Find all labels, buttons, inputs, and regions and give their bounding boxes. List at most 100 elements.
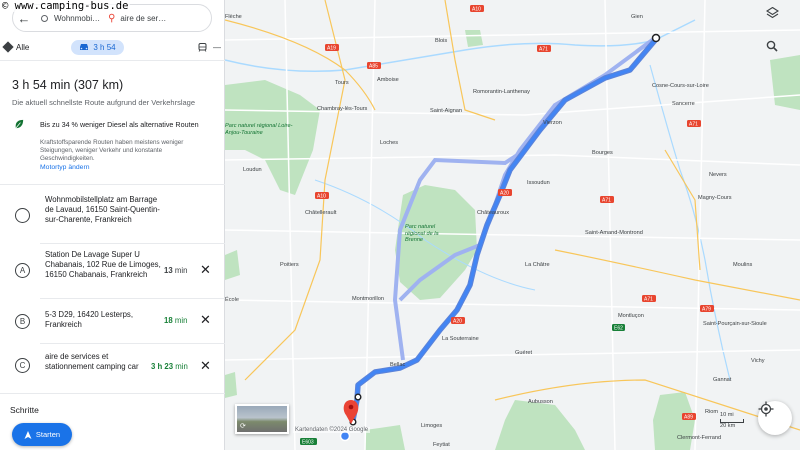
city-label: Montluçon [618, 313, 644, 319]
city-label: Flèche [225, 14, 242, 20]
road-shield: A10 [472, 7, 481, 13]
road-shield: A19 [327, 46, 336, 52]
road-shield: A10 [317, 194, 326, 200]
park-area [225, 372, 237, 398]
city-label: Amboise [377, 77, 399, 83]
stop-duration: 13 min [164, 266, 188, 275]
road-shield: A85 [369, 64, 378, 70]
road-shield: A71 [644, 297, 653, 303]
park-area [465, 30, 483, 47]
waypoint-a-icon: A [15, 263, 30, 278]
city-label: Riom [705, 409, 719, 415]
layers-button[interactable] [766, 7, 788, 29]
city-label: Aubusson [528, 399, 553, 405]
city-label: Tours [335, 80, 349, 86]
city-label: Cosne-Cours-sur-Loire [652, 83, 709, 89]
navigation-arrow-icon [24, 430, 32, 439]
city-label: Loches [380, 140, 399, 146]
leaf-icon [15, 119, 24, 129]
city-label: Poitiers [280, 262, 299, 268]
street-view-rotate-icon: ⟳ [240, 423, 246, 430]
city-label: Sancerre [672, 101, 695, 107]
start-label: Starten [35, 430, 61, 439]
divider [40, 343, 225, 344]
origin-field[interactable]: Wohnmobi… [54, 14, 100, 23]
stop-address: Wohnmobilstellplatz am Barrage de Lavaud… [45, 195, 160, 225]
remove-stop-icon[interactable]: ✕ [200, 262, 211, 278]
city-label: Issoudun [527, 180, 550, 186]
travel-mode-bar: Alle 3 h 54 — [0, 36, 225, 58]
scale-label-miles: 10 mi [720, 412, 734, 418]
divider [0, 60, 225, 61]
my-location-button[interactable] [758, 401, 792, 435]
city-label: La Châtre [525, 262, 550, 268]
road-shield: A89 [684, 415, 693, 421]
destination-dot[interactable] [651, 33, 661, 43]
eco-detail: Kraftstoffsparende Routen haben meistens… [40, 139, 184, 162]
remove-stop-icon[interactable]: ✕ [200, 312, 211, 328]
road-shield: A20 [453, 319, 462, 325]
river [649, 64, 731, 381]
map-credits: Kartendaten ©2024 Google [293, 427, 371, 433]
city-label: Bellac [390, 362, 406, 368]
map-canvas[interactable]: A10 A19 A71 A85 A20 A20 A71 A71 A79 A89 … [225, 0, 800, 450]
city-label: Gannat [713, 377, 732, 383]
city-label: Saint-Amand-Montrond [585, 230, 643, 236]
destination-field[interactable]: aire de ser… [120, 14, 166, 23]
car-icon [80, 44, 89, 50]
road-shield: A71 [689, 122, 698, 128]
city-label: Nevers [709, 172, 727, 178]
waypoint-dot[interactable] [354, 393, 362, 401]
mode-all-tab[interactable]: Alle [2, 41, 30, 53]
stop-duration: 18 min [164, 316, 188, 325]
change-engine-type-link[interactable]: Motortyp ändern [40, 164, 90, 171]
stop-duration: 3 h 23 min [151, 362, 188, 371]
divider [40, 298, 225, 299]
remove-stop-icon[interactable]: ✕ [200, 358, 211, 374]
mode-car-tab[interactable]: 3 h 54 [71, 39, 124, 55]
city-label: La Souterraine [442, 336, 479, 342]
mode-car-time: 3 h 54 [93, 42, 116, 52]
city-label: Moulins [733, 262, 753, 268]
steps-section-label[interactable]: Schritte [10, 405, 39, 415]
city-label: Châtellerault [305, 210, 337, 216]
origin-dot-icon [41, 14, 48, 22]
divider [0, 393, 225, 394]
divider [0, 184, 225, 185]
city-label: Loudun [243, 167, 262, 173]
waypoint-b-icon: B [15, 314, 30, 329]
stop-address: aire de services et stationnement campin… [45, 352, 139, 372]
river [225, 19, 696, 72]
park-label: Parc naturel régional de la Brenne [405, 224, 439, 243]
city-label: Saint-Pourçain-sur-Sioule [703, 321, 767, 327]
road-shield: E62 [614, 326, 623, 332]
street-view-thumbnail[interactable]: ⟳ [235, 404, 289, 434]
destination-pin-icon: ⚲ [108, 12, 116, 24]
mode-transit-tab[interactable]: — [198, 42, 221, 52]
road-shield: A71 [602, 198, 611, 204]
crosshair-icon [758, 401, 774, 417]
city-label: Gien [631, 14, 643, 20]
watermark-text: © www.camping-bus.de [0, 0, 131, 12]
road-shield: A79 [702, 307, 711, 313]
route-summary-title: 3 h 54 min (307 km) [12, 78, 124, 92]
start-navigation-button[interactable]: Starten [12, 423, 72, 446]
train-icon [198, 42, 207, 52]
search-map-button[interactable] [766, 40, 788, 62]
city-label: Romorantin-Lanthenay [473, 89, 530, 95]
mode-all-label: Alle [16, 42, 30, 52]
city-label: Bourges [592, 150, 613, 156]
park-area [495, 400, 585, 450]
road-shield: A71 [539, 47, 548, 53]
city-label: Saint-Aignan [430, 108, 463, 114]
stop-address: 5-3 D29, 16420 Lesterps, Frankreich [45, 310, 133, 330]
city-label: Guéret [515, 350, 533, 356]
back-arrow-icon[interactable]: ← [13, 11, 35, 26]
waypoint-c-icon: C [15, 358, 30, 373]
road-shield: A20 [500, 191, 509, 197]
park-area [770, 55, 800, 110]
search-icon [766, 40, 778, 52]
route-summary-subtitle: Die aktuell schnellste Route aufgrund de… [12, 98, 196, 107]
city-label: Châteauroux [477, 210, 510, 216]
more-modes-icon[interactable]: — [213, 43, 221, 52]
